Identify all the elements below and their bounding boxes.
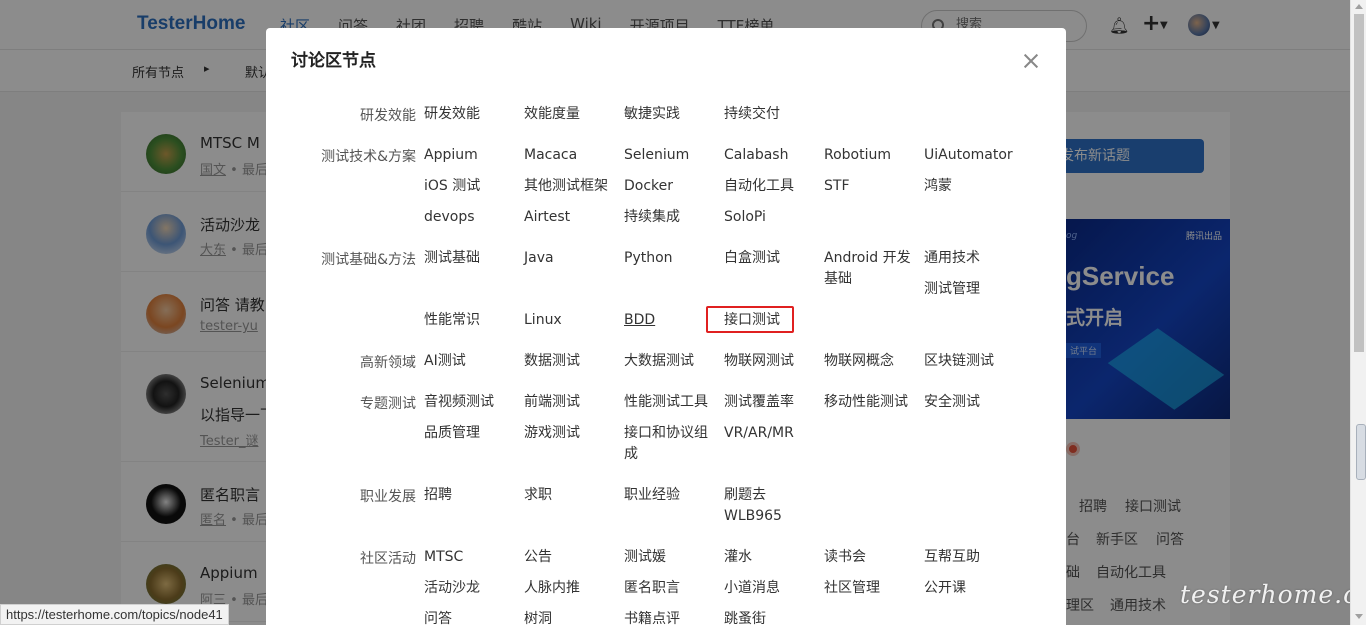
- node-link[interactable]: 持续交付: [724, 104, 780, 125]
- node-link[interactable]: 求职: [524, 485, 552, 506]
- side-drag-handle[interactable]: [1356, 424, 1366, 480]
- node-link[interactable]: SoloPi: [724, 207, 766, 228]
- scroll-up-arrow-icon[interactable]: [1355, 4, 1363, 9]
- node-link[interactable]: 安全测试: [924, 392, 980, 413]
- node-link[interactable]: devops: [424, 207, 475, 228]
- node-link[interactable]: STF: [824, 176, 850, 197]
- node-link[interactable]: Selenium: [624, 145, 689, 166]
- node-link[interactable]: 接口和协议组成: [624, 423, 714, 465]
- status-bar-url: https://testerhome.com/topics/node41: [0, 604, 229, 625]
- node-link[interactable]: 测试覆盖率: [724, 392, 794, 413]
- nodes-modal: 讨论区节点 研发效能 研发效能 效能度量 敏捷实践 持续交付 测试技术&方案 A…: [266, 28, 1066, 625]
- close-icon[interactable]: [1016, 46, 1046, 76]
- node-link[interactable]: 数据测试: [524, 351, 580, 372]
- node-link[interactable]: 通用技术: [924, 248, 980, 269]
- node-link[interactable]: 读书会: [824, 547, 866, 568]
- section-label: 专题测试: [360, 396, 416, 412]
- node-link[interactable]: 招聘: [424, 485, 452, 506]
- node-link[interactable]: UiAutomator: [924, 145, 1013, 166]
- scrollbar-thumb[interactable]: [1354, 14, 1364, 352]
- node-link[interactable]: Robotium: [824, 145, 891, 166]
- node-link[interactable]: 鸿蒙: [924, 176, 952, 197]
- node-link[interactable]: 活动沙龙: [424, 578, 480, 599]
- node-link[interactable]: 区块链测试: [924, 351, 994, 372]
- highlight-box: [706, 306, 794, 333]
- section-label: 职业发展: [360, 489, 416, 505]
- node-link[interactable]: Macaca: [524, 145, 577, 166]
- node-link[interactable]: 大数据测试: [624, 351, 694, 372]
- node-link[interactable]: 物联网测试: [724, 351, 794, 372]
- node-link[interactable]: 公告: [524, 547, 552, 568]
- scroll-down-arrow-icon[interactable]: [1355, 614, 1363, 619]
- node-link[interactable]: 游戏测试: [524, 423, 580, 444]
- node-link[interactable]: Java: [524, 248, 554, 269]
- node-link[interactable]: Calabash: [724, 145, 788, 166]
- node-link[interactable]: AI测试: [424, 351, 466, 372]
- node-link[interactable]: 测试基础: [424, 248, 480, 269]
- section-label: 测试基础&方法: [321, 252, 416, 268]
- node-link[interactable]: 音视频测试: [424, 392, 494, 413]
- section-label: 测试技术&方案: [321, 149, 416, 165]
- node-link[interactable]: 问答: [424, 609, 452, 625]
- node-link[interactable]: 互帮互助: [924, 547, 980, 568]
- node-link[interactable]: 性能测试工具: [624, 392, 708, 413]
- node-link[interactable]: Linux: [524, 310, 562, 331]
- node-link[interactable]: 其他测试框架: [524, 176, 608, 197]
- node-link[interactable]: 性能常识: [424, 310, 480, 331]
- node-link[interactable]: 灌水: [724, 547, 752, 568]
- node-link[interactable]: 树洞: [524, 609, 552, 625]
- node-link[interactable]: 自动化工具: [724, 176, 794, 197]
- node-link[interactable]: 社区管理: [824, 578, 880, 599]
- section-label: 高新领域: [360, 355, 416, 371]
- modal-title: 讨论区节点: [291, 51, 376, 71]
- section-label: 研发效能: [360, 108, 416, 124]
- node-link[interactable]: 测试媛: [624, 547, 666, 568]
- node-link[interactable]: 品质管理: [424, 423, 480, 444]
- section-label: 社区活动: [360, 551, 416, 567]
- node-link[interactable]: 研发效能: [424, 104, 480, 125]
- page-scrollbar[interactable]: [1350, 0, 1366, 625]
- node-link[interactable]: VR/AR/MR: [724, 423, 794, 444]
- node-link[interactable]: 效能度量: [524, 104, 580, 125]
- node-link[interactable]: 小道消息: [724, 578, 780, 599]
- node-link[interactable]: 持续集成: [624, 207, 680, 228]
- node-link[interactable]: 人脉内推: [524, 578, 580, 599]
- node-link[interactable]: 跳蚤街: [724, 609, 766, 625]
- node-link[interactable]: Python: [624, 248, 673, 269]
- node-link[interactable]: Android 开发基础: [824, 248, 919, 290]
- site-watermark: testerhome.com: [1180, 580, 1366, 609]
- node-link[interactable]: 公开课: [924, 578, 966, 599]
- node-link[interactable]: Docker: [624, 176, 673, 197]
- node-link[interactable]: 职业经验: [624, 485, 680, 506]
- node-link[interactable]: 匿名职言: [624, 578, 680, 599]
- node-link[interactable]: 测试管理: [924, 279, 980, 300]
- node-link[interactable]: 前端测试: [524, 392, 580, 413]
- node-link[interactable]: 敏捷实践: [624, 104, 680, 125]
- node-link[interactable]: 书籍点评: [624, 609, 680, 625]
- node-link[interactable]: Appium: [424, 145, 478, 166]
- node-link[interactable]: 白盒测试: [724, 248, 780, 269]
- node-link[interactable]: iOS 测试: [424, 176, 480, 197]
- node-link[interactable]: 刷题去WLB965: [724, 485, 789, 527]
- node-link[interactable]: Airtest: [524, 207, 570, 228]
- node-link[interactable]: 物联网概念: [824, 351, 894, 372]
- node-link[interactable]: 移动性能测试: [824, 392, 908, 413]
- node-link[interactable]: MTSC: [424, 547, 463, 568]
- node-link[interactable]: BDD: [624, 310, 655, 331]
